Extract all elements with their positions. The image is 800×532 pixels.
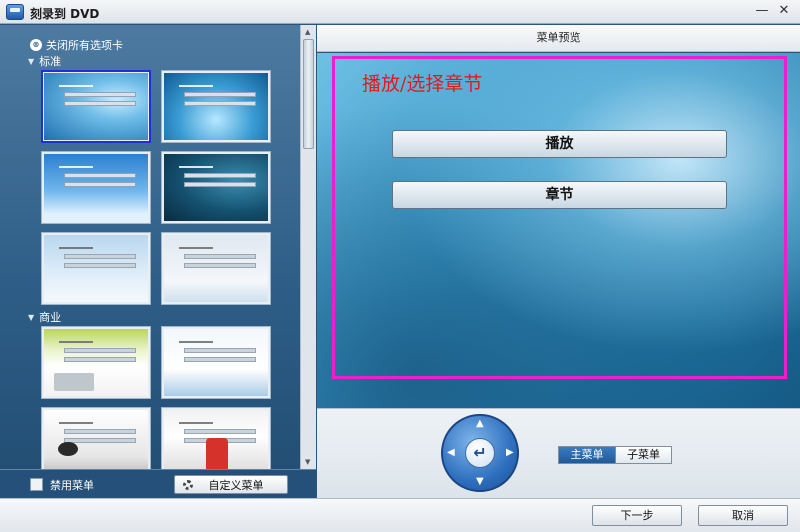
customize-menu-label: 自定义菜单 <box>208 478 264 492</box>
close-button[interactable]: ✕ <box>774 3 794 21</box>
tab-submenu[interactable]: 子菜单 <box>615 447 671 463</box>
next-button[interactable]: 下一步 <box>592 505 682 526</box>
enter-icon[interactable]: ↵ <box>465 438 495 468</box>
gear-icon <box>183 479 193 490</box>
tab-main-menu[interactable]: 主菜单 <box>559 447 615 463</box>
template-thumbnail[interactable] <box>41 326 151 399</box>
template-thumbnail[interactable] <box>161 326 271 399</box>
group-header-standard[interactable]: ▼ 标准 <box>28 53 61 69</box>
nav-right-icon[interactable]: ▶ <box>506 447 514 458</box>
scroll-down-icon[interactable]: ▼ <box>305 458 310 466</box>
minimize-button[interactable]: — <box>752 3 772 21</box>
scroll-up-icon[interactable]: ▲ <box>305 28 310 36</box>
title-bar: 刻录到 DVD — ✕ <box>0 0 800 24</box>
template-scrollbar[interactable]: ▲ ▼ <box>300 25 316 469</box>
template-thumbnail[interactable] <box>41 151 151 224</box>
chapter-button[interactable]: 章节 <box>392 181 727 209</box>
cancel-button[interactable]: 取消 <box>698 505 788 526</box>
safe-area-frame: 播放/选择章节 播放 章节 <box>332 56 787 379</box>
preview-header: 菜单预览 <box>317 25 800 52</box>
navigation-area: ▲ ▼ ◀ ▶ ↵ 主菜单 子菜单 <box>317 408 800 498</box>
menu-title[interactable]: 播放/选择章节 <box>362 69 482 96</box>
close-all-label: 关闭所有选项卡 <box>46 39 123 52</box>
nav-left-icon[interactable]: ◀ <box>447 447 455 458</box>
disable-menu-checkbox[interactable] <box>30 478 43 491</box>
close-circle-icon: ⊗ <box>30 39 42 51</box>
scroll-thumb[interactable] <box>303 39 314 149</box>
nav-down-icon[interactable]: ▼ <box>476 476 484 487</box>
template-thumbnail[interactable] <box>161 70 271 143</box>
disable-menu-label: 禁用菜单 <box>50 479 94 492</box>
template-panel: ⊗ 关闭所有选项卡 ▼ 标准 ▼ 商业 ▲ ▼ <box>0 25 316 480</box>
customize-menu-button[interactable]: 自定义菜单 <box>174 475 288 494</box>
dialog-footer: 下一步 取消 <box>0 498 800 532</box>
group-label: 商业 <box>39 311 62 324</box>
group-header-business[interactable]: ▼ 商业 <box>28 309 61 325</box>
template-thumbnail[interactable] <box>41 70 151 143</box>
template-thumbnail[interactable] <box>161 151 271 224</box>
nav-up-icon[interactable]: ▲ <box>476 418 484 429</box>
collapse-arrow-icon: ▼ <box>28 56 35 66</box>
navigation-pad[interactable]: ▲ ▼ ◀ ▶ ↵ <box>441 414 519 492</box>
play-button[interactable]: 播放 <box>392 130 727 158</box>
left-footer: 禁用菜单 自定义菜单 <box>0 469 316 497</box>
template-thumbnail[interactable] <box>161 232 271 305</box>
window-title: 刻录到 DVD <box>30 7 100 21</box>
menu-tabs: 主菜单 子菜单 <box>558 446 672 464</box>
close-all-tabs-link[interactable]: ⊗ 关闭所有选项卡 <box>30 37 123 53</box>
template-thumbnail[interactable] <box>41 232 151 305</box>
collapse-arrow-icon: ▼ <box>28 312 35 322</box>
dvd-app-icon <box>6 4 24 20</box>
group-label: 标准 <box>39 55 62 68</box>
menu-preview: 播放/选择章节 播放 章节 <box>317 53 800 408</box>
